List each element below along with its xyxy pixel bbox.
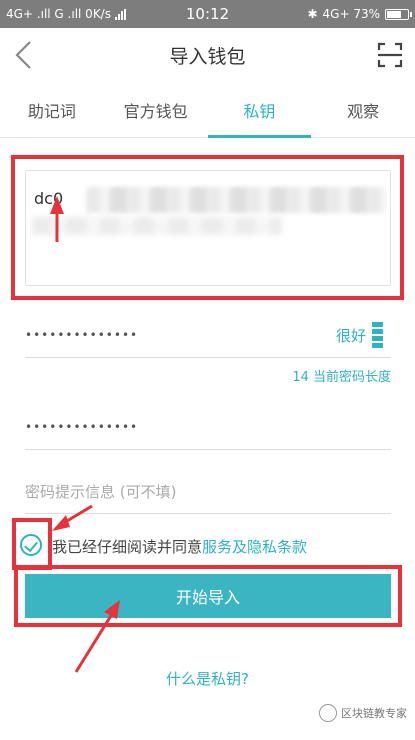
- blurred-key-text: [86, 187, 386, 213]
- password-strength: 很好: [336, 322, 383, 348]
- status-right: ✱ 4G+ 73%: [307, 7, 412, 21]
- private-key-input[interactable]: dc0: [25, 170, 391, 286]
- what-is-private-key-link[interactable]: 什么是私钥?: [0, 668, 415, 689]
- tab-private-key[interactable]: 私钥: [207, 82, 312, 138]
- confirm-password-field[interactable]: ••••••••••••••: [25, 404, 391, 450]
- blurred-key-text-2: [32, 217, 282, 235]
- password-dots: ••••••••••••••: [25, 327, 139, 342]
- import-tabs: 助记词 官方钱包 私钥 观察: [0, 82, 415, 138]
- terms-link[interactable]: 服务及隐私条款: [202, 538, 307, 556]
- status-bar: 4G+ .ıll G .ıll 0K/s 10:12 ✱ 4G+ 73%: [0, 0, 415, 28]
- scan-icon[interactable]: [377, 42, 403, 68]
- tab-watch[interactable]: 观察: [311, 82, 415, 137]
- password-field[interactable]: •••••••••••••• 很好: [25, 312, 391, 358]
- agree-checkbox[interactable]: [20, 534, 42, 556]
- bluetooth-icon: ✱: [307, 7, 318, 21]
- password-hint-input[interactable]: 密码提示信息 (可不填): [25, 470, 391, 514]
- status-left-text: 4G+ .ıll G .ıll 0K/s: [6, 7, 111, 21]
- signal-icon: [114, 8, 126, 20]
- tab-official-wallet[interactable]: 官方钱包: [104, 82, 208, 137]
- watermark-text: 区块链教专家: [341, 707, 407, 720]
- back-arrow-icon[interactable]: [8, 38, 42, 72]
- start-import-button[interactable]: 开始导入: [25, 574, 391, 618]
- tab-mnemonic[interactable]: 助记词: [0, 82, 104, 137]
- strength-label: 很好: [335, 326, 366, 345]
- status-left: 4G+ .ıll G .ıll 0K/s: [6, 7, 307, 21]
- wechat-icon: [319, 704, 337, 722]
- status-right-text: 4G+ 73%: [322, 7, 380, 21]
- password-hint-placeholder: 密码提示信息 (可不填): [25, 483, 177, 501]
- private-key-value: dc0: [34, 189, 64, 208]
- watermark: 区块链教专家: [319, 704, 407, 722]
- page-title: 导入钱包: [169, 45, 246, 68]
- agree-text: 我已经仔细阅读并同意服务及隐私条款: [52, 536, 307, 557]
- password-length-note: 14 当前密码长度: [292, 370, 391, 385]
- battery-icon: [385, 8, 412, 20]
- app-header: 导入钱包: [0, 28, 415, 82]
- confirm-password-dots: ••••••••••••••: [25, 419, 139, 434]
- agree-prefix: 我已经仔细阅读并同意: [52, 538, 203, 556]
- strength-bars-icon: [372, 322, 383, 348]
- status-time: 10:12: [185, 5, 230, 23]
